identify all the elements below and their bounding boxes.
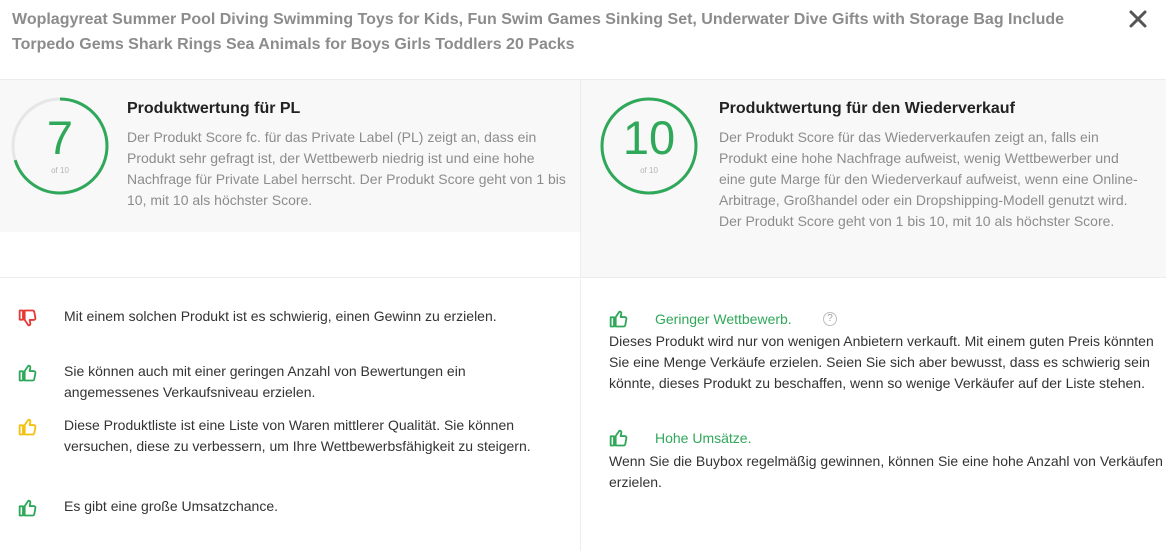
resale-point-title: Hohe Umsätze.	[655, 430, 752, 446]
pl-points-list: Mit einem solchen Produkt ist es schwier…	[0, 279, 580, 551]
pl-score-panel: 7 of 10 Produktwertung für PL Der Produk…	[0, 80, 580, 232]
thumbs-up-icon	[18, 498, 38, 518]
help-icon[interactable]: ?	[823, 312, 837, 326]
resale-point-header: Hohe Umsätze.	[609, 428, 809, 450]
resale-score-heading: Produktwertung für den Wiederverkauf	[719, 100, 1015, 117]
list-item-text: Es gibt eine große Umsatzchance.	[64, 498, 278, 514]
resale-point-header: Geringer Wettbewerb. ?	[609, 309, 869, 331]
list-item-text: Diese Produktliste ist eine Liste von Wa…	[64, 417, 531, 454]
score-section: 7 of 10 Produktwertung für PL Der Produk…	[0, 80, 1166, 278]
resale-score-ring: 10 of 10	[599, 96, 699, 196]
pl-score-ring: 7 of 10	[10, 96, 110, 196]
pl-score-description: Der Produkt Score fc. für das Private La…	[127, 129, 566, 208]
dialog-header: Woplagyreat Summer Pool Diving Swimming …	[0, 0, 1166, 80]
thumbs-up-icon	[18, 363, 38, 383]
resale-point-title: Geringer Wettbewerb.	[655, 311, 792, 327]
list-item-text: Mit einem solchen Produkt ist es schwier…	[64, 308, 497, 324]
thumbs-up-icon	[18, 417, 38, 437]
close-icon[interactable]	[1126, 7, 1150, 31]
pl-score-of-label: of 10	[51, 166, 69, 175]
thumbs-up-icon	[609, 428, 629, 448]
resale-points-list: Geringer Wettbewerb. ? Dieses Produkt wi…	[580, 279, 1166, 551]
product-title: Woplagyreat Summer Pool Diving Swimming …	[12, 11, 1065, 53]
resale-score-description: Der Produkt Score für das Wiederverkaufe…	[719, 129, 1138, 229]
list-item-text: Sie können auch mit einer geringen Anzah…	[64, 363, 466, 400]
resale-point-text: Dieses Produkt wird nur von wenigen Anbi…	[609, 333, 1154, 391]
thumbs-up-icon	[609, 309, 629, 329]
pl-score-value: 7	[46, 111, 74, 164]
resale-point-text: Wenn Sie die Buybox regelmäßig gewinnen,…	[609, 453, 1163, 490]
pl-score-heading: Produktwertung für PL	[127, 100, 301, 117]
thumbs-down-icon	[18, 308, 38, 328]
resale-score-panel: 10 of 10 Produktwertung für den Wiederve…	[580, 80, 1166, 277]
resale-score-of-label: of 10	[640, 166, 658, 175]
resale-score-value: 10	[622, 111, 676, 164]
